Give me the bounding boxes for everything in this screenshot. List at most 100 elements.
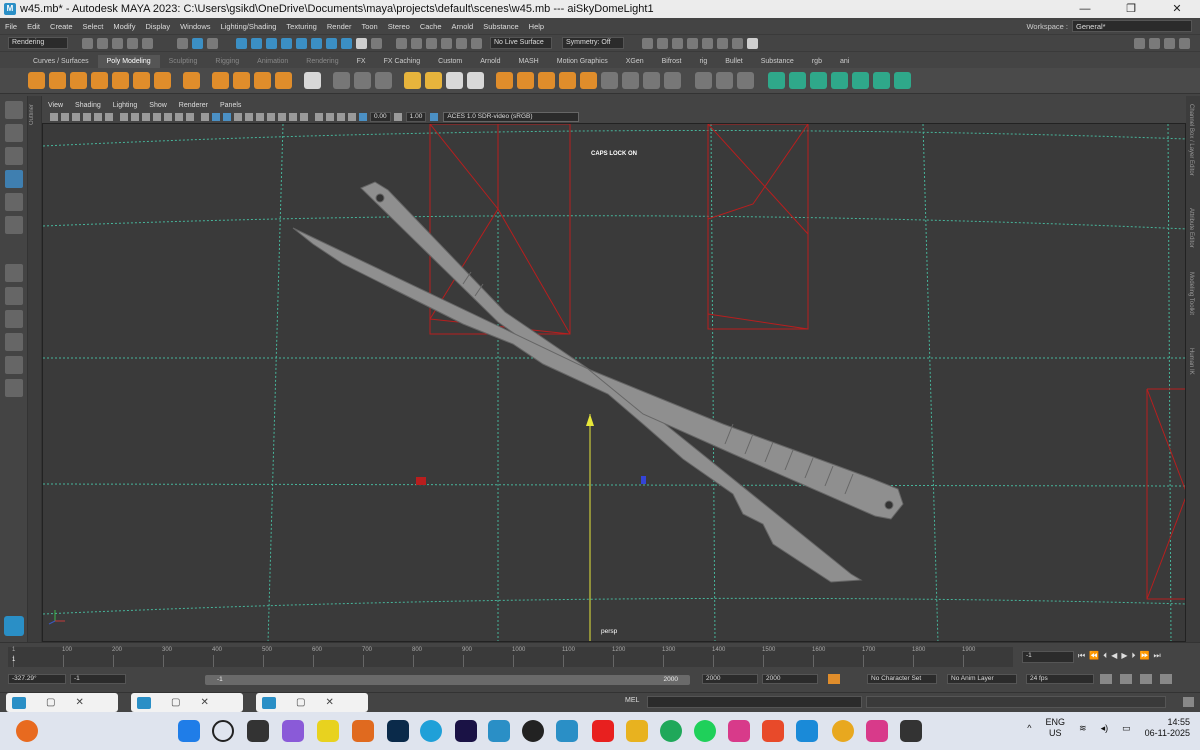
wireframe-icon[interactable] — [200, 112, 209, 121]
menu-select[interactable]: Select — [78, 22, 109, 31]
anti-aliasing-icon[interactable] — [288, 112, 297, 121]
outliner-strip[interactable]: Outliner — [28, 96, 42, 642]
panel-menu-lighting[interactable]: Lighting — [107, 102, 144, 109]
windows-start-icon[interactable] — [178, 720, 200, 742]
maya-home-icon[interactable] — [4, 616, 24, 636]
language-indicator[interactable]: ENG US — [1046, 717, 1066, 739]
single-perspective-layout-icon[interactable] — [5, 287, 23, 305]
depth-of-field-icon[interactable] — [299, 112, 308, 121]
combine-icon[interactable] — [304, 72, 321, 89]
uv-editor-icon[interactable] — [768, 72, 785, 89]
scale-tool-icon[interactable] — [5, 216, 23, 234]
smooth-icon[interactable] — [333, 72, 350, 89]
notes-app-icon[interactable] — [317, 720, 339, 742]
extract-icon[interactable] — [375, 72, 392, 89]
select-object-icon[interactable] — [192, 37, 203, 49]
app-icon-dark[interactable] — [900, 720, 922, 742]
menu-help[interactable]: Help — [524, 22, 549, 31]
vs-code-icon[interactable] — [488, 720, 510, 742]
menu-substance[interactable]: Substance — [478, 22, 523, 31]
snap-grid-icon[interactable] — [396, 37, 407, 49]
menu-stereo[interactable]: Stereo — [383, 22, 415, 31]
construction-history-icon[interactable] — [642, 37, 653, 49]
arnold-render-icon[interactable] — [732, 37, 743, 49]
shelf-tab-rigging[interactable]: Rigging — [206, 55, 248, 68]
pause-render-icon[interactable] — [747, 37, 758, 49]
menu-display[interactable]: Display — [141, 22, 176, 31]
gamma-icon[interactable] — [394, 112, 403, 121]
grid-icon[interactable] — [119, 112, 128, 121]
minimize-button[interactable]: — — [1062, 0, 1108, 18]
target-weld-icon[interactable] — [622, 72, 639, 89]
separate-icon[interactable] — [354, 72, 371, 89]
modeling-toolkit-tab[interactable]: Modeling Toolkit — [1188, 272, 1194, 315]
wireframe-on-shaded-icon[interactable] — [222, 112, 231, 121]
color-management-icon[interactable] — [429, 112, 438, 121]
poly-torus-icon[interactable] — [112, 72, 129, 89]
resolution-gate-icon[interactable] — [141, 112, 150, 121]
clock[interactable]: 14:55 06-11-2025 — [1145, 717, 1190, 739]
current-frame-field[interactable]: -1 — [1022, 651, 1074, 663]
shelf-tab-rendering[interactable]: Rendering — [297, 55, 347, 68]
spherical-map-icon[interactable] — [831, 72, 848, 89]
playback-end-field[interactable]: 2000 — [702, 674, 758, 684]
redo-icon[interactable] — [142, 37, 153, 49]
menuset-dropdown[interactable]: Rendering — [8, 37, 68, 49]
lasso-tool-icon[interactable] — [5, 124, 23, 142]
snap-curve-icon[interactable] — [411, 37, 422, 49]
auto-map-icon[interactable] — [852, 72, 869, 89]
poly-cube-icon[interactable] — [49, 72, 66, 89]
toggle-channel-box-icon[interactable] — [1149, 37, 1160, 49]
menu-render[interactable]: Render — [322, 22, 357, 31]
rotate-tool-icon[interactable] — [5, 193, 23, 211]
last-tool-icon[interactable] — [5, 264, 23, 282]
new-scene-icon[interactable] — [82, 37, 93, 49]
shelf-tab-fx[interactable]: FX — [348, 55, 375, 68]
after-effects-icon[interactable] — [455, 720, 477, 742]
edge-loop-icon[interactable] — [695, 72, 712, 89]
menu-toon[interactable]: Toon — [356, 22, 382, 31]
menu-file[interactable]: File — [0, 22, 22, 31]
shelf-tab-curves-surfaces[interactable]: Curves / Surfaces — [24, 55, 98, 68]
copilot-icon[interactable] — [282, 720, 304, 742]
playback-options-icon[interactable] — [1140, 674, 1152, 684]
workspace-dropdown[interactable]: General* — [1072, 20, 1192, 32]
grease-pencil-icon[interactable] — [104, 112, 113, 121]
snap-rotate-icon[interactable] — [471, 37, 482, 49]
slide-edge-icon[interactable] — [737, 72, 754, 89]
poly-sphere-icon[interactable] — [28, 72, 45, 89]
append-polygon-icon[interactable] — [580, 72, 597, 89]
toggle-layer-editor-icon[interactable] — [1179, 37, 1190, 49]
gate-mask-icon[interactable] — [152, 112, 161, 121]
davinci-resolve-icon[interactable] — [522, 720, 544, 742]
open-scene-icon[interactable] — [97, 37, 108, 49]
panel-menu-show[interactable]: Show — [143, 102, 173, 109]
maya-taskbar-icon[interactable] — [556, 720, 578, 742]
textured-icon[interactable] — [233, 112, 242, 121]
select-camera-icon[interactable] — [49, 112, 58, 121]
menu-lighting-shading[interactable]: Lighting/Shading — [216, 22, 282, 31]
chevron-up-icon[interactable]: ^ — [1027, 723, 1031, 733]
script-editor-icon[interactable] — [1183, 697, 1194, 707]
maximize-button[interactable]: ❐ — [1108, 0, 1154, 18]
photoshop-icon[interactable] — [387, 720, 409, 742]
shelf-tab-mash[interactable]: MASH — [510, 55, 548, 68]
view-transform-dropdown[interactable]: ACES 1.0 SDR-video (sRGB) — [443, 111, 580, 122]
isolate-select-icon[interactable] — [314, 112, 323, 121]
menu-edit[interactable]: Edit — [22, 22, 45, 31]
select-deformers-icon[interactable] — [296, 37, 307, 49]
step-back-key-icon[interactable]: ⏪ — [1089, 651, 1099, 661]
shelf-tab-bullet[interactable]: Bullet — [716, 55, 752, 68]
exposure-icon[interactable] — [358, 112, 367, 121]
viewport-persp[interactable]: CAPS LOCK ON persp — [42, 123, 1186, 642]
shelf-tab-poly-modeling[interactable]: Poly Modeling — [97, 55, 160, 68]
attribute-editor-tab[interactable]: Attribute Editor — [1188, 208, 1194, 248]
close-icon[interactable]: ✕ — [325, 697, 333, 708]
select-joints-icon[interactable] — [251, 37, 262, 49]
step-forward-key-icon[interactable]: ⏩ — [1139, 651, 1149, 661]
smooth-shade-icon[interactable] — [211, 112, 220, 121]
arnold-light-icon[interactable] — [425, 72, 442, 89]
volume-icon[interactable]: ◂) — [1101, 723, 1109, 734]
close-icon[interactable]: ✕ — [75, 697, 83, 708]
panel-menu-panels[interactable]: Panels — [214, 102, 247, 109]
